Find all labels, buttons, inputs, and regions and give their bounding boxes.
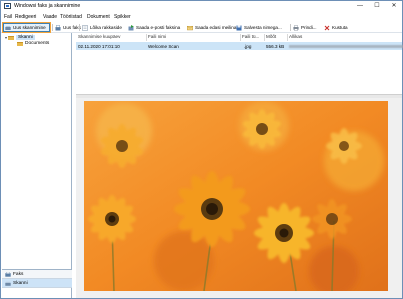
- column-header-name[interactable]: Faili nimi: [148, 34, 166, 39]
- close-button[interactable]: ✕: [386, 1, 402, 12]
- fax-icon: [55, 24, 61, 30]
- delete-label: Kustuta: [332, 25, 348, 30]
- fax-icon: [5, 271, 11, 277]
- new-scan-button[interactable]: Uus skannimine: [2, 22, 51, 33]
- chevron-down-icon[interactable]: ▾: [5, 35, 7, 40]
- scanner-icon: [5, 281, 11, 286]
- menu-file[interactable]: Fail: [4, 14, 12, 20]
- app-icon: [4, 3, 11, 9]
- app-window: Windowsi faks ja skannimine — ☐ ✕ Fail R…: [0, 0, 403, 299]
- save-icon: [236, 25, 242, 30]
- mail-icon: [187, 25, 193, 30]
- column-divider[interactable]: [240, 34, 241, 41]
- fax-forward-icon: [128, 24, 134, 30]
- window-title: Windowsi faks ja skannimine: [14, 3, 81, 9]
- cut-button[interactable]: Lõika rakkaside: [81, 23, 125, 32]
- menu-tools[interactable]: Tööriistad: [60, 14, 82, 20]
- new-scan-label: Uus skannimine: [13, 25, 46, 30]
- cut-label: Lõika rakkaside: [90, 25, 122, 30]
- column-header-type[interactable]: Faili tü...: [242, 34, 259, 39]
- folder-tree-pane: ▾ Skanni Documents: [2, 33, 72, 298]
- tree-item-scan[interactable]: ▾ Skanni: [5, 35, 35, 40]
- column-divider[interactable]: [146, 34, 147, 41]
- view-switcher: Faks Skanni: [2, 269, 72, 298]
- print-label: Prindi...: [301, 25, 317, 30]
- column-divider[interactable]: [264, 34, 265, 41]
- forward-mail-label: Saada edasi meilina: [195, 25, 237, 30]
- delete-button[interactable]: Kustuta: [323, 23, 354, 32]
- cell-date: 02.11.2020 17:01:10: [78, 43, 120, 49]
- menu-view[interactable]: Vaade: [43, 14, 57, 20]
- cell-source: [289, 44, 403, 49]
- tree-item-documents[interactable]: Documents: [17, 41, 49, 46]
- menu-bar: Fail Redigeeri Vaade Tööriistad Dokument…: [1, 12, 402, 22]
- toolbar-separator: [290, 24, 291, 31]
- toolbar-separator: [52, 24, 53, 31]
- preview-pane: [76, 98, 402, 298]
- column-header-date[interactable]: Skannimise kuupäev: [78, 34, 120, 39]
- column-header-source[interactable]: Allikas: [289, 34, 302, 39]
- column-header-size[interactable]: Mõõt: [266, 34, 276, 39]
- send-fax-button[interactable]: Saada e-posti faksina: [127, 23, 184, 32]
- nav-scan-button[interactable]: Skanni: [2, 279, 72, 288]
- folder-icon: [8, 35, 15, 40]
- nav-fax-button[interactable]: Faks: [2, 270, 72, 279]
- column-divider[interactable]: [287, 34, 288, 41]
- forward-mail-button[interactable]: Saada edasi meilina: [186, 23, 237, 32]
- document-list: Skannimise kuupäev Faili nimi Faili tü..…: [76, 33, 403, 93]
- new-fax-button[interactable]: Uus faks: [54, 23, 81, 32]
- title-bar: Windowsi faks ja skannimine — ☐ ✕: [1, 1, 402, 12]
- scan-preview-image: [84, 101, 388, 291]
- minimize-button[interactable]: —: [352, 1, 368, 12]
- send-fax-label: Saada e-posti faksina: [136, 25, 181, 30]
- print-icon: [293, 24, 299, 31]
- cell-size: 556.3 kB: [266, 43, 285, 49]
- cell-type: .jpg: [244, 43, 252, 49]
- tree-item-documents-label: Documents: [25, 41, 50, 46]
- menu-document[interactable]: Dokument: [87, 14, 110, 20]
- delete-icon: [324, 25, 330, 30]
- toolbar: Uus skannimine Uus faks Lõika rakkaside …: [1, 22, 402, 33]
- nav-fax-label: Faks: [13, 271, 24, 277]
- nav-scan-label: Skanni: [13, 280, 28, 286]
- save-as-label: Salvesta nimega...: [244, 25, 282, 30]
- folder-icon: [17, 41, 23, 46]
- menu-help[interactable]: Spikker: [114, 14, 131, 20]
- tree-item-scan-label: Skanni: [16, 35, 35, 40]
- maximize-button[interactable]: ☐: [369, 1, 385, 12]
- cut-icon: [82, 24, 88, 31]
- scanner-icon: [5, 25, 11, 30]
- menu-edit[interactable]: Redigeeri: [15, 14, 36, 20]
- save-as-button[interactable]: Salvesta nimega...: [235, 23, 287, 32]
- cell-name: Welcome Scan: [148, 43, 179, 49]
- print-button[interactable]: Prindi...: [292, 23, 322, 32]
- toolbar-separator: [79, 24, 80, 31]
